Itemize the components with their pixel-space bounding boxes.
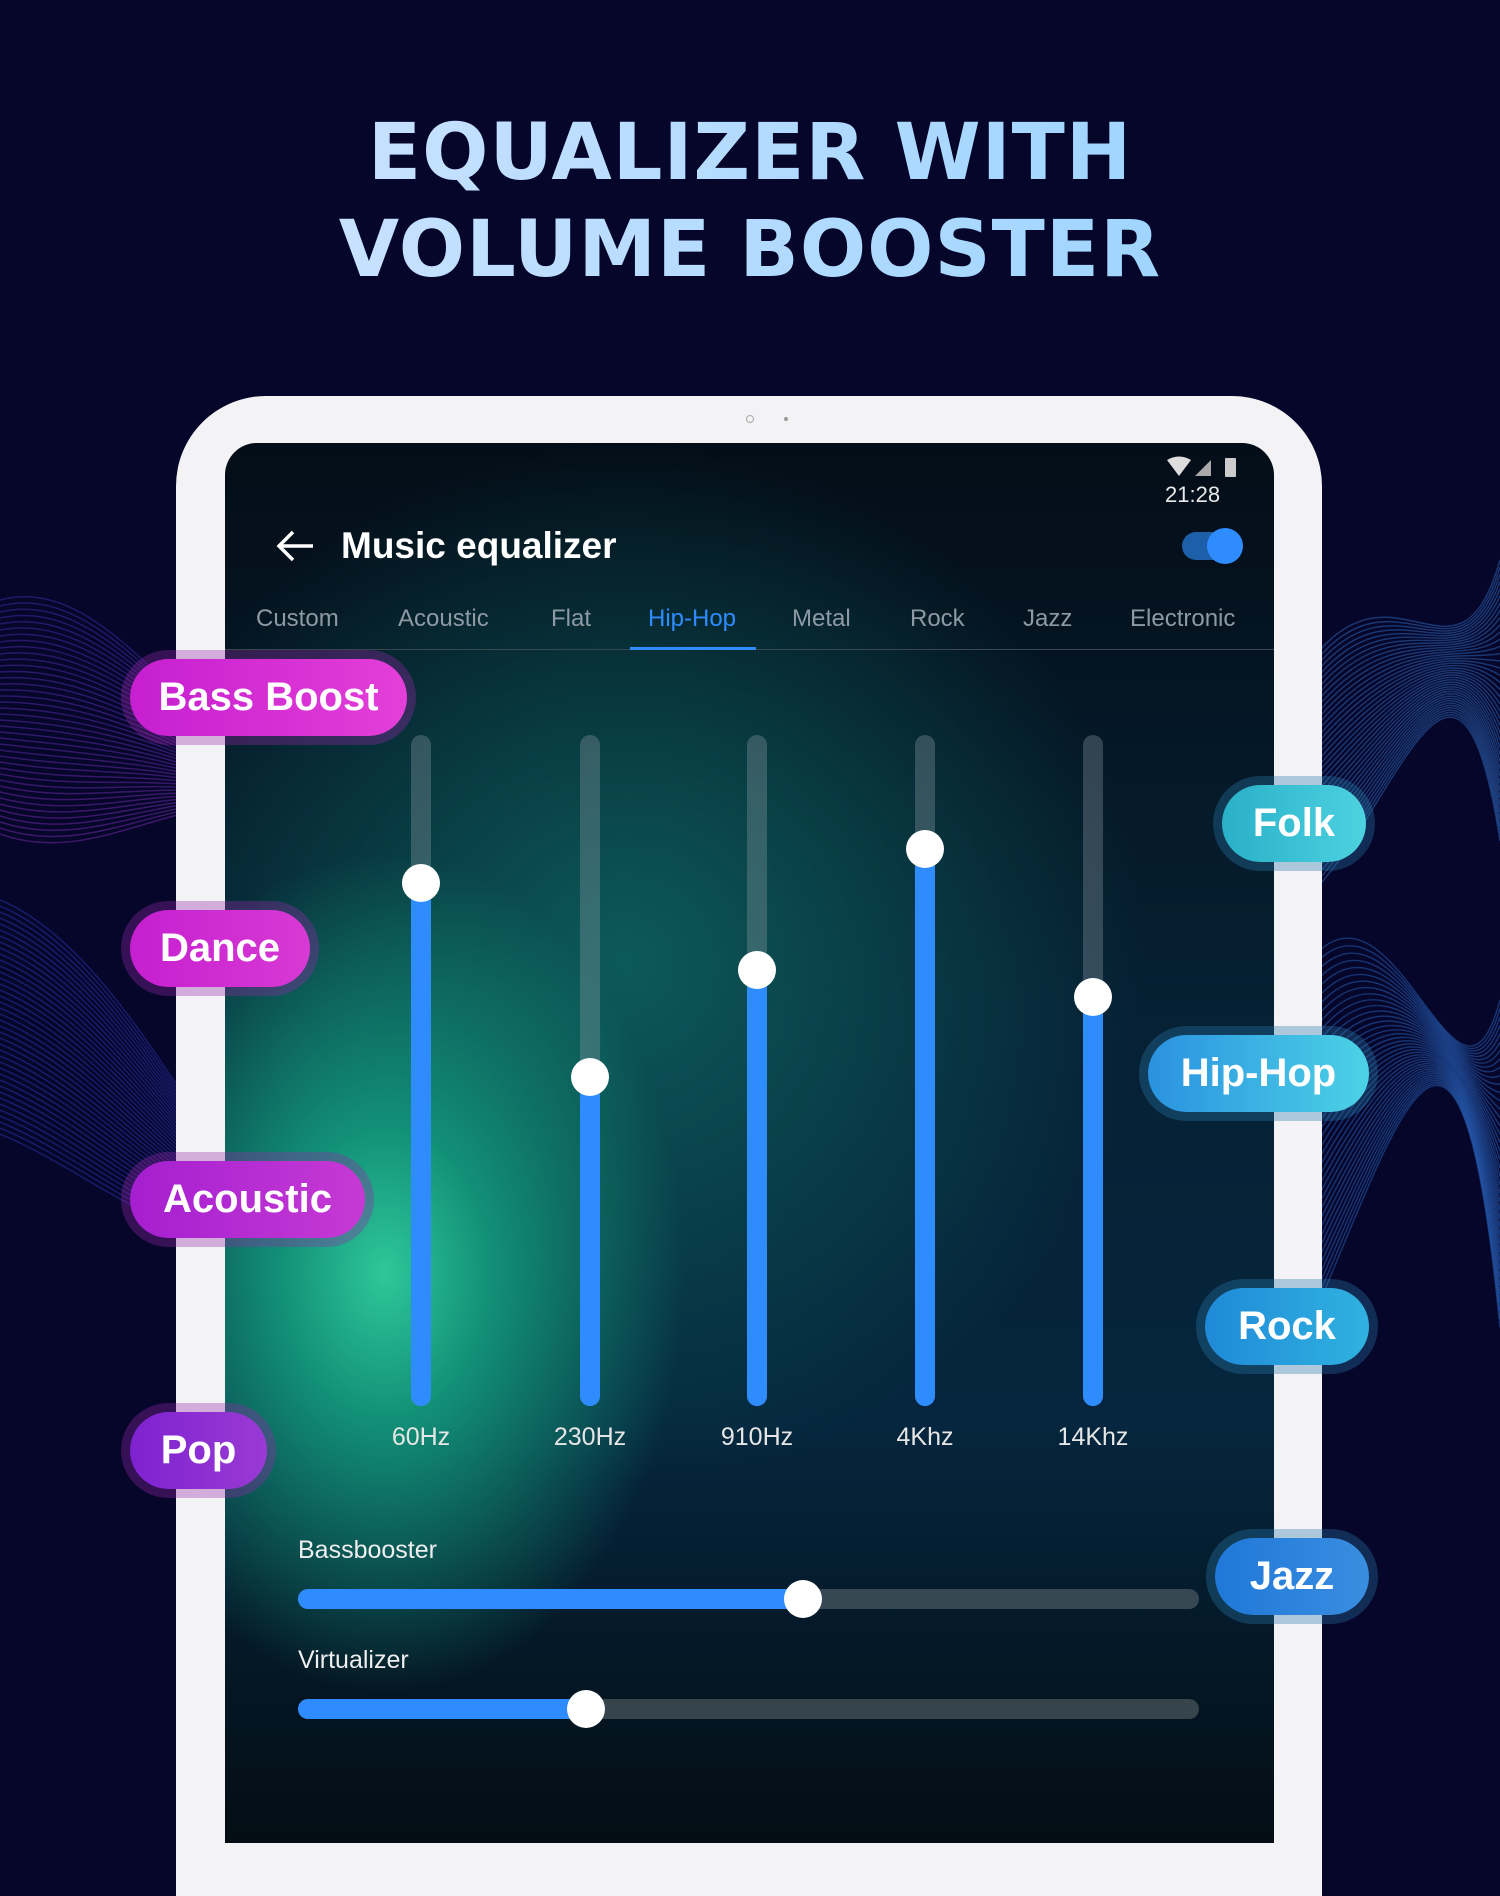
tab-electronic[interactable]: Electronic (1130, 605, 1235, 633)
sensor (784, 417, 788, 421)
band-thumb[interactable] (571, 1058, 609, 1097)
band-slider-230Hz[interactable] (571, 735, 609, 1406)
band-label: 4Khz (896, 1423, 954, 1451)
band-fill (411, 882, 431, 1406)
band-fill (747, 969, 767, 1406)
wifi-icon (1167, 456, 1191, 476)
preset-pill-dance[interactable]: Dance (130, 910, 310, 987)
tab-hip-hop[interactable]: Hip-Hop (648, 605, 736, 633)
tab-metal[interactable]: Metal (792, 605, 851, 633)
page-title: Music equalizer (341, 525, 617, 566)
band-fill (1083, 996, 1103, 1406)
bassbooster-label: Bassbooster (298, 1536, 437, 1564)
virtualizer-slider[interactable] (298, 1690, 1199, 1728)
battery-charging-icon (1225, 458, 1236, 477)
status-time: 21:28 (1165, 482, 1221, 507)
arrow-left-icon[interactable] (275, 528, 315, 564)
band-label: 60Hz (391, 1423, 451, 1451)
bassbooster-slider[interactable] (298, 1580, 1199, 1618)
preset-tabs: Custom Acoustic Flat Hip-Hop Metal Rock … (225, 605, 1274, 650)
tab-acoustic[interactable]: Acoustic (398, 605, 489, 633)
tab-jazz[interactable]: Jazz (1023, 605, 1072, 633)
band-fill (580, 1077, 600, 1406)
headline-line-2: VOLUME BOOSTER (0, 205, 1500, 295)
preset-pill-rock[interactable]: Rock (1205, 1288, 1369, 1365)
signal-icon (1195, 460, 1211, 476)
headline-line-1: EQUALIZER WITH (0, 108, 1500, 198)
band-slider-910Hz[interactable] (738, 735, 776, 1406)
preset-pill-folk[interactable]: Folk (1222, 785, 1366, 862)
tab-flat[interactable]: Flat (551, 605, 591, 633)
band-slider-14Khz[interactable] (1074, 735, 1112, 1406)
band-thumb[interactable] (402, 863, 440, 902)
band-fill (915, 849, 935, 1406)
preset-pill-hip-hop[interactable]: Hip-Hop (1148, 1035, 1369, 1112)
camera (746, 415, 754, 423)
app-screen: 21:28 Music equalizer Custom Acoustic Fl… (225, 443, 1274, 1843)
band-slider-60Hz[interactable] (402, 735, 440, 1406)
virtualizer-thumb[interactable] (567, 1690, 606, 1728)
bassbooster-thumb[interactable] (783, 1580, 822, 1618)
equalizer-toggle[interactable] (1182, 528, 1243, 564)
virtualizer-label: Virtualizer (298, 1646, 409, 1674)
active-tab-indicator (630, 647, 756, 650)
tab-rock[interactable]: Rock (910, 605, 965, 633)
band-label: 14Khz (1057, 1423, 1129, 1451)
band-label: 230Hz (553, 1423, 627, 1451)
band-label: 910Hz (720, 1423, 794, 1451)
preset-pill-pop[interactable]: Pop (130, 1412, 267, 1489)
band-thumb[interactable] (906, 830, 944, 869)
preset-pill-acoustic[interactable]: Acoustic (130, 1161, 365, 1238)
tab-custom[interactable]: Custom (256, 605, 339, 633)
band-thumb[interactable] (738, 950, 776, 989)
band-thumb[interactable] (1074, 977, 1112, 1016)
preset-pill-bass-boost[interactable]: Bass Boost (130, 659, 407, 736)
band-slider-4Khz[interactable] (906, 735, 944, 1406)
preset-pill-jazz[interactable]: Jazz (1215, 1538, 1369, 1615)
status-bar: 21:28 (1165, 456, 1274, 508)
